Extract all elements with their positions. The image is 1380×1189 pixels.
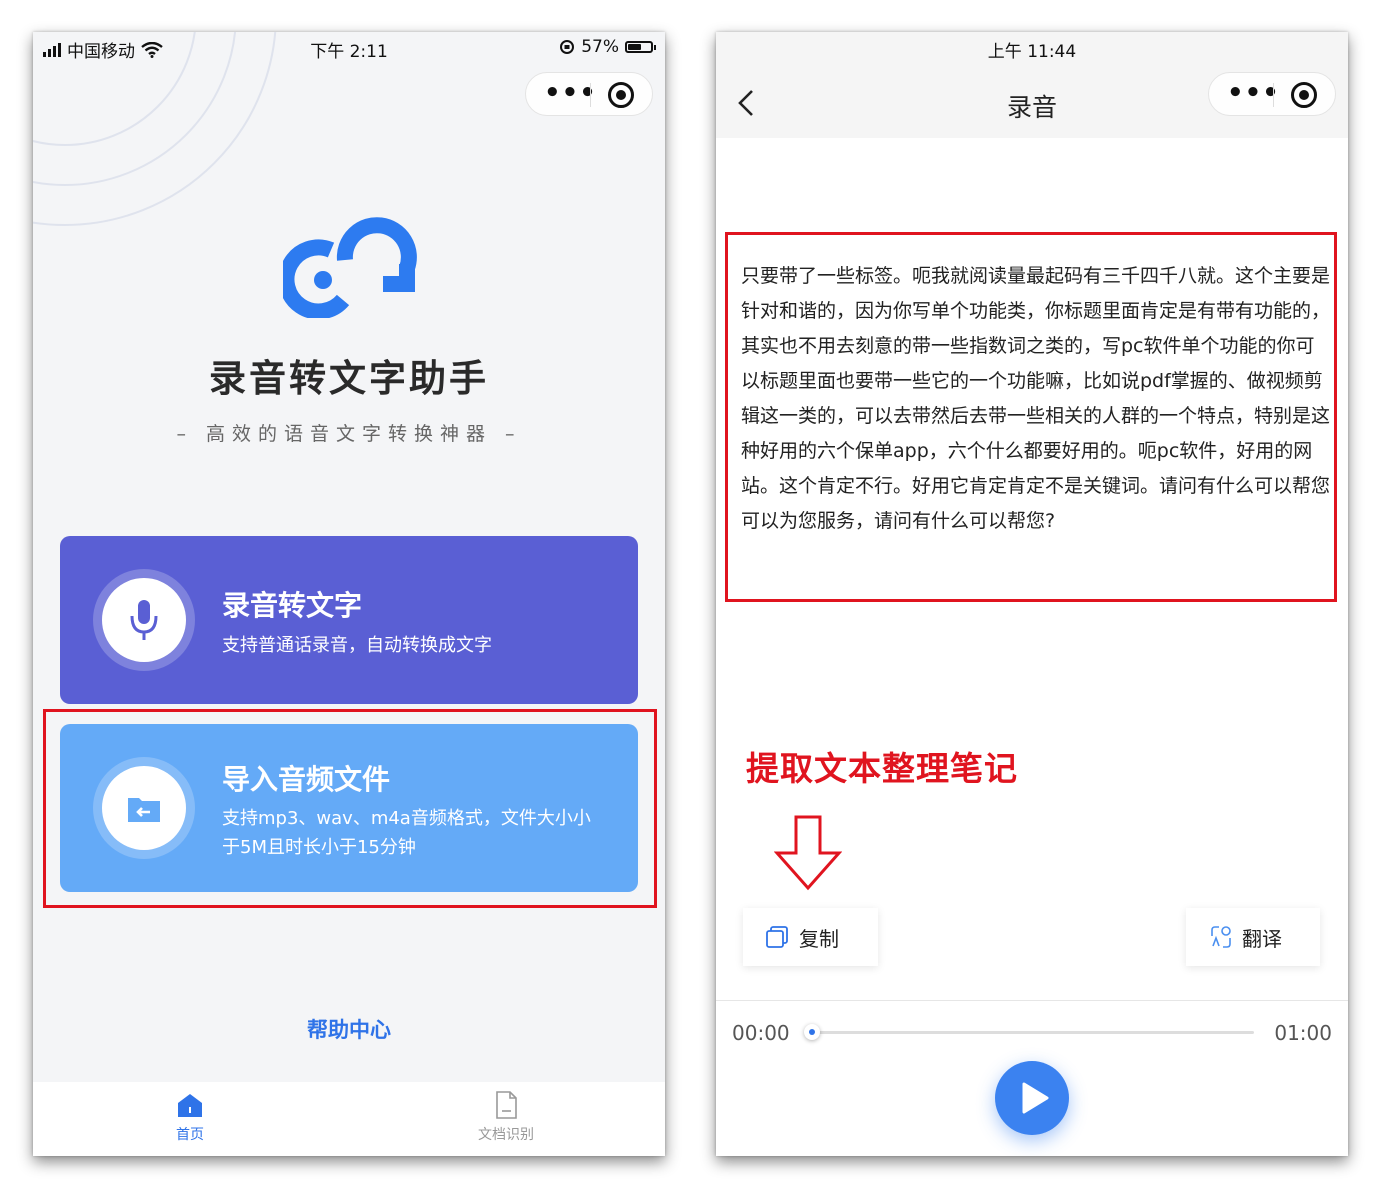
battery-percent: 57% bbox=[581, 37, 619, 57]
play-icon bbox=[1022, 1082, 1049, 1114]
app-title: 录音转文字助手 bbox=[209, 357, 489, 400]
record-to-text-card[interactable]: 录音转文字 支持普通话录音，自动转换成文字 bbox=[60, 536, 638, 704]
battery-icon bbox=[625, 41, 656, 53]
help-center-link[interactable]: 帮助中心 bbox=[33, 1014, 665, 1044]
app-subtitle: – 高效的语音文字转换神器 – bbox=[176, 423, 522, 445]
home-screen: 中国移动 下午 2:11 57% ••• 录音转文字助手 – 高效的语音文字转换… bbox=[33, 32, 665, 1156]
translate-label: 翻译 bbox=[1242, 926, 1282, 951]
copy-button[interactable]: 复制 bbox=[743, 908, 878, 966]
more-icon[interactable]: ••• bbox=[544, 80, 597, 106]
copy-icon bbox=[766, 926, 788, 948]
microphone-icon bbox=[102, 578, 186, 662]
arrow-down-icon bbox=[774, 815, 842, 891]
transcript-text: 只要带了一些标签。呃我就阅读量最起码有三千四千八就。这个主要是针对和谐的，因为你… bbox=[741, 265, 1331, 532]
progress-track[interactable] bbox=[804, 1024, 1254, 1040]
rotation-lock-icon bbox=[560, 40, 575, 54]
audio-player: 00:00 01:00 bbox=[716, 1000, 1348, 1156]
app-logo-icon bbox=[283, 217, 417, 318]
status-bar: 中国移动 下午 2:11 57% bbox=[33, 32, 665, 62]
annotation-label: 提取文本整理笔记 bbox=[746, 749, 1018, 788]
miniprogram-capsule: ••• bbox=[525, 72, 653, 116]
home-icon bbox=[175, 1090, 205, 1120]
total-time: 01:00 bbox=[1274, 1021, 1332, 1045]
translate-icon bbox=[1211, 926, 1231, 948]
close-target-icon[interactable] bbox=[608, 82, 634, 108]
copy-label: 复制 bbox=[799, 926, 839, 951]
tab-label: 首页 bbox=[176, 1127, 204, 1143]
tab-label: 文档识别 bbox=[478, 1127, 534, 1143]
tab-home[interactable]: 首页 bbox=[130, 1090, 250, 1144]
current-time: 00:00 bbox=[732, 1021, 790, 1045]
tab-bar: 首页 文档识别 bbox=[33, 1082, 665, 1156]
miniprogram-capsule: ••• bbox=[1208, 72, 1336, 116]
highlight-box bbox=[43, 709, 657, 908]
card-title: 录音转文字 bbox=[222, 589, 363, 622]
card-description: 支持普通话录音，自动转换成文字 bbox=[222, 635, 492, 656]
tab-document-recognition[interactable]: 文档识别 bbox=[446, 1090, 566, 1144]
status-bar: 上午 11:44 bbox=[716, 32, 1348, 62]
more-icon[interactable]: ••• bbox=[1227, 80, 1280, 106]
play-button[interactable] bbox=[995, 1061, 1069, 1135]
close-target-icon[interactable] bbox=[1291, 82, 1317, 108]
progress-knob[interactable] bbox=[804, 1024, 820, 1040]
translate-button[interactable]: 翻译 bbox=[1186, 908, 1320, 966]
document-icon bbox=[491, 1090, 521, 1120]
status-time: 上午 11:44 bbox=[987, 42, 1077, 62]
